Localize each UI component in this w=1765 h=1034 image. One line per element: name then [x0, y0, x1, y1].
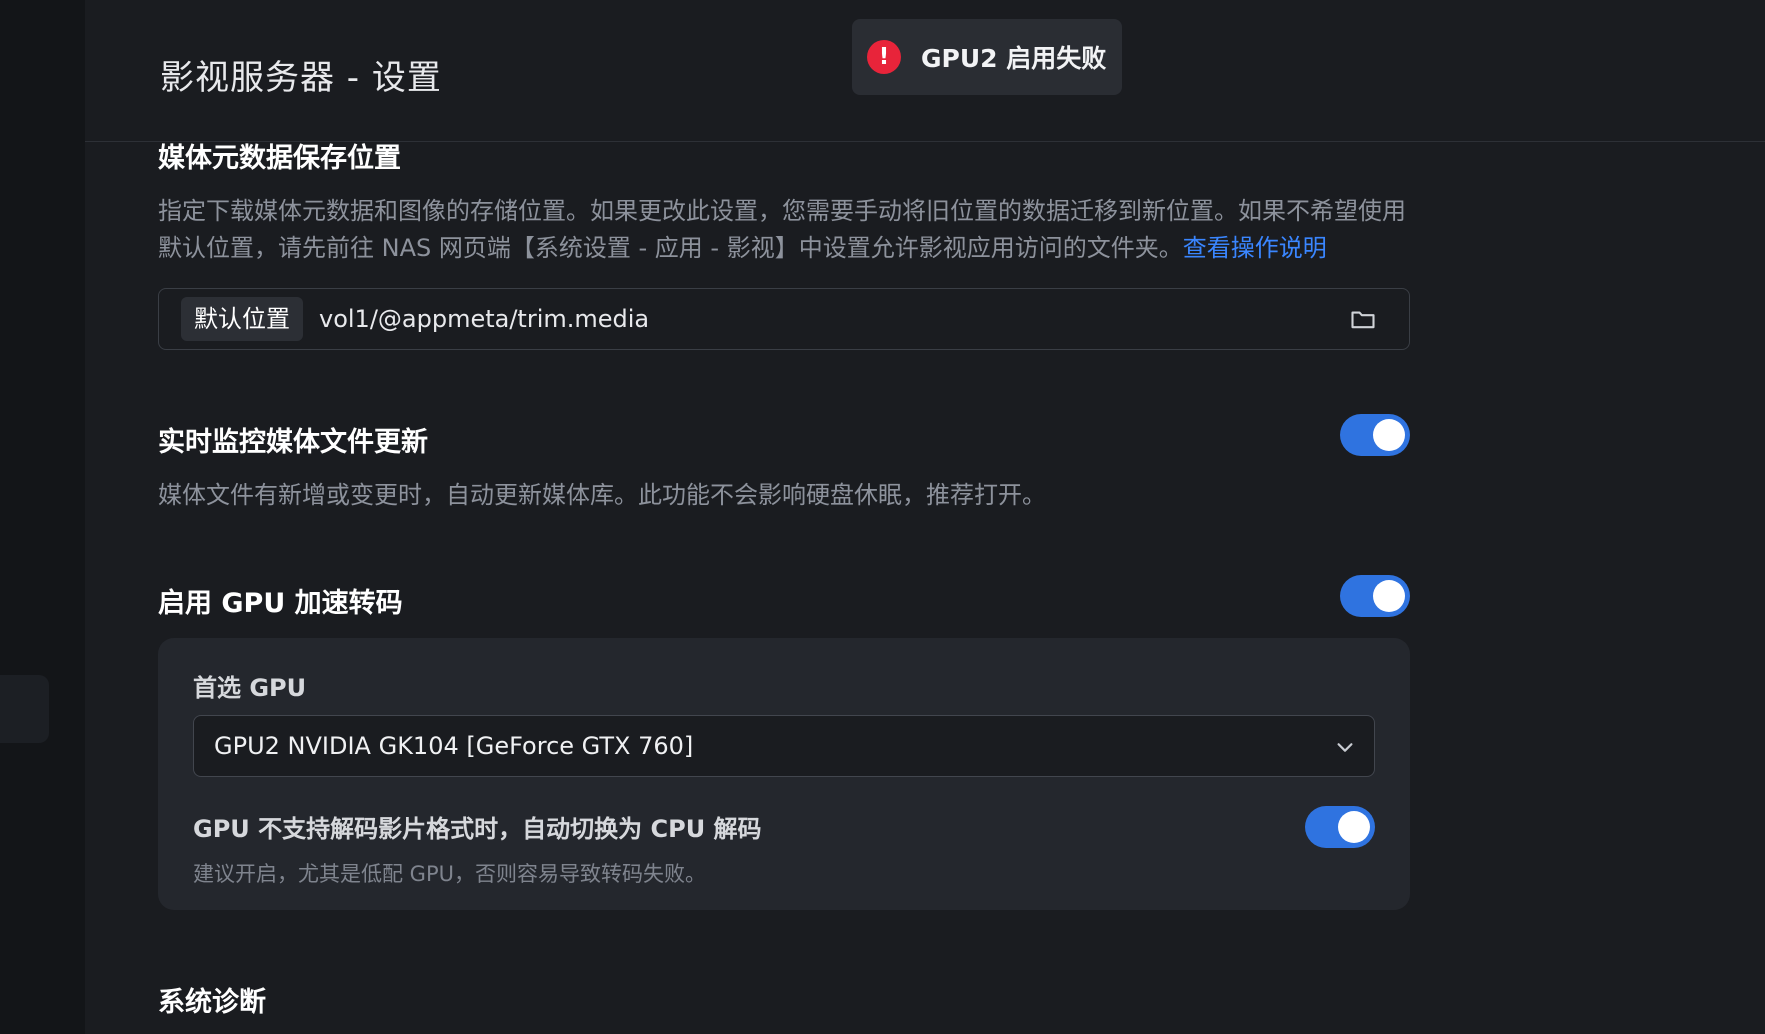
cpu-fallback-toggle[interactable] [1305, 806, 1375, 848]
realtime-monitor-title: 实时监控媒体文件更新 [158, 427, 428, 458]
preferred-gpu-value: GPU2 NVIDIA GK104 [GeForce GTX 760] [214, 732, 694, 760]
toggle-knob [1373, 580, 1405, 612]
gpu-accel-toggle[interactable] [1340, 575, 1410, 617]
error-toast: ! GPU2 启用失败 [852, 19, 1122, 95]
toggle-knob [1338, 811, 1370, 843]
gpu-accel-title: 启用 GPU 加速转码 [158, 588, 403, 619]
view-instructions-link[interactable]: 查看操作说明 [1183, 234, 1327, 262]
metadata-location-description: 指定下载媒体元数据和图像的存储位置。如果更改此设置，您需要手动将旧位置的数据迁移… [158, 193, 1418, 267]
toggle-knob [1373, 419, 1405, 451]
metadata-path-field[interactable]: 默认位置 vol1/@appmeta/trim.media [158, 288, 1410, 350]
toast-message: GPU2 启用失败 [921, 44, 1107, 73]
left-sidebar-strip [0, 0, 85, 1034]
chevron-down-icon [1337, 743, 1353, 752]
metadata-location-title: 媒体元数据保存位置 [158, 143, 401, 174]
preferred-gpu-select[interactable]: GPU2 NVIDIA GK104 [GeForce GTX 760] [193, 715, 1375, 777]
system-diagnostics-title: 系统诊断 [158, 987, 266, 1018]
page-title: 影视服务器 - 设置 [160, 58, 442, 98]
realtime-monitor-description: 媒体文件有新增或变更时，自动更新媒体库。此功能不会影响硬盘休眠，推荐打开。 [158, 481, 1046, 509]
folder-icon[interactable] [1349, 305, 1377, 333]
default-location-tag: 默认位置 [181, 297, 303, 341]
realtime-monitor-toggle[interactable] [1340, 414, 1410, 456]
preferred-gpu-label: 首选 GPU [193, 674, 307, 702]
cpu-fallback-title: GPU 不支持解码影片格式时，自动切换为 CPU 解码 [193, 815, 762, 843]
gpu-settings-card: 首选 GPU GPU2 NVIDIA GK104 [GeForce GTX 76… [158, 638, 1410, 910]
sidebar-collapse-handle[interactable] [0, 675, 49, 743]
metadata-path-value: vol1/@appmeta/trim.media [319, 305, 650, 333]
cpu-fallback-description: 建议开启，尤其是低配 GPU，否则容易导致转码失败。 [193, 862, 706, 886]
settings-panel: 影视服务器 - 设置 媒体元数据保存位置 指定下载媒体元数据和图像的存储位置。如… [85, 0, 1765, 1034]
error-icon: ! [867, 40, 901, 74]
